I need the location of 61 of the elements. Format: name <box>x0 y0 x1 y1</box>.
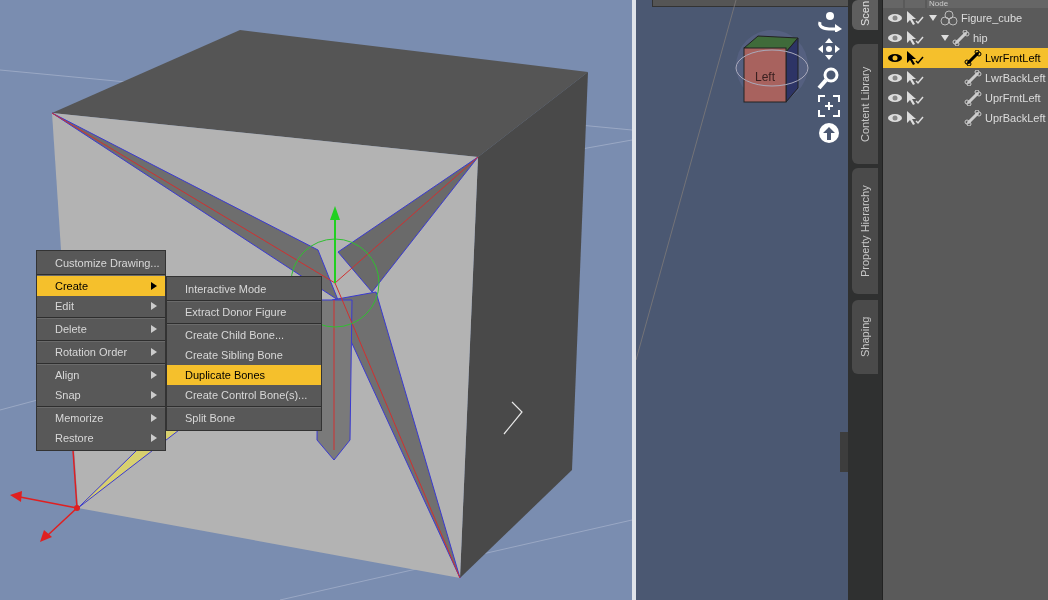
submenu-arrow-icon <box>151 434 157 442</box>
bone-icon <box>952 30 970 46</box>
eye-icon[interactable] <box>887 112 903 124</box>
side-tab[interactable]: Scen <box>852 0 878 30</box>
side-tab[interactable]: Content Library <box>852 44 878 164</box>
panel-handle[interactable] <box>840 432 848 472</box>
tree-row[interactable]: hip <box>883 28 1048 48</box>
menu-item[interactable]: Duplicate Bones <box>167 365 321 385</box>
submenu-arrow-icon <box>151 348 157 356</box>
menu-item[interactable]: Create Control Bone(s)... <box>167 385 321 407</box>
submenu-arrow-icon <box>151 325 157 333</box>
submenu-arrow-icon <box>151 282 157 290</box>
pan-icon[interactable] <box>817 37 841 61</box>
figure-icon <box>940 10 958 26</box>
menu-item[interactable]: Restore <box>37 428 165 448</box>
eye-icon[interactable] <box>887 32 903 44</box>
eye-icon[interactable] <box>887 52 903 64</box>
orbit-icon[interactable] <box>816 10 842 32</box>
submenu-arrow-icon <box>151 302 157 310</box>
cursor-icon[interactable] <box>906 11 924 25</box>
cursor-icon[interactable] <box>906 91 924 105</box>
zoom-icon[interactable] <box>817 66 841 90</box>
eye-icon[interactable] <box>887 92 903 104</box>
eye-icon[interactable] <box>887 72 903 84</box>
bone-icon <box>964 90 982 106</box>
menu-item[interactable]: Rotation Order <box>37 342 165 364</box>
submenu-arrow-icon <box>151 391 157 399</box>
menu-item[interactable]: Customize Drawing... <box>37 253 165 275</box>
submenu-arrow-icon <box>151 414 157 422</box>
cursor-icon[interactable] <box>906 71 924 85</box>
cursor-icon[interactable] <box>906 51 924 65</box>
bone-icon <box>964 50 982 66</box>
submenu-arrow-icon <box>151 371 157 379</box>
menu-item[interactable]: Align <box>37 365 165 385</box>
tree-row[interactable]: LwrBackLeft <box>883 68 1048 88</box>
cursor-icon[interactable] <box>906 31 924 45</box>
menu-item[interactable]: Snap <box>37 385 165 407</box>
cursor-mark-icon <box>503 401 523 435</box>
expand-arrow-icon[interactable] <box>929 14 937 22</box>
frame-icon[interactable] <box>818 95 840 117</box>
menu-item[interactable]: Delete <box>37 319 165 341</box>
expand-arrow-icon[interactable] <box>941 34 949 42</box>
tree-row[interactable]: UprBackLeft <box>883 108 1048 128</box>
menu-item[interactable]: Interactive Mode <box>167 279 321 301</box>
menu-item[interactable]: Extract Donor Figure <box>167 302 321 324</box>
bone-icon <box>964 70 982 86</box>
side-tab[interactable]: Property Hierarchy <box>852 168 878 294</box>
tree-row[interactable]: LwrFrntLeft <box>883 48 1048 68</box>
tree-row[interactable]: Figure_cube <box>883 8 1048 28</box>
bone-icon <box>964 110 982 126</box>
menu-item[interactable]: Create Sibling Bone <box>167 345 321 365</box>
cursor-icon[interactable] <box>906 111 924 125</box>
menu-item[interactable]: Create Child Bone... <box>167 325 321 345</box>
eye-icon[interactable] <box>887 12 903 24</box>
tree-row[interactable]: UprFrntLeft <box>883 88 1048 108</box>
menu-item[interactable]: Memorize <box>37 408 165 428</box>
column-header[interactable]: Node <box>927 0 1048 8</box>
menu-item[interactable]: Create <box>37 276 165 296</box>
menu-item[interactable]: Edit <box>37 296 165 318</box>
menu-item[interactable]: Split Bone <box>167 408 321 428</box>
side-tab[interactable]: Shaping <box>852 300 878 374</box>
